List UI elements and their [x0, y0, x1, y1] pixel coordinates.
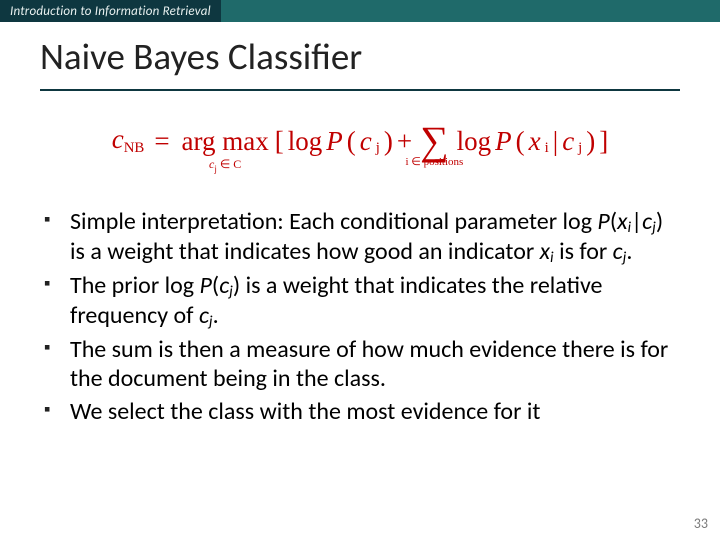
course-label: Introduction to Information Retrieval: [0, 0, 221, 22]
c2: c: [562, 126, 574, 157]
bullet-3: The sum is then a measure of how much ev…: [70, 335, 670, 394]
b1-close: ): [656, 207, 663, 236]
title-wrap: Naive Bayes Classifier: [0, 22, 720, 79]
equals-sign: =: [148, 126, 175, 157]
bullet-1: Simple interpretation: Each conditional …: [70, 207, 670, 267]
x: x: [529, 126, 541, 157]
b1-pre: Simple interpretation: Each conditional …: [70, 207, 597, 236]
bullet-2: The prior log P(cj) is a weight that ind…: [70, 271, 670, 331]
P1: P: [326, 126, 343, 157]
argmax-under: cj ∈ C: [209, 157, 241, 174]
lhs-var: c: [112, 124, 124, 154]
close2: ): [586, 126, 595, 157]
bullet-4: We select the class with the most eviden…: [70, 397, 670, 426]
b1-mid2: is for: [554, 237, 613, 266]
open1: (: [347, 126, 356, 157]
log1: log: [288, 126, 323, 157]
b1-cj-c: c: [613, 237, 623, 266]
log2: log: [457, 126, 492, 157]
argmax-text: arg max: [182, 126, 269, 156]
b1-P: P: [597, 207, 609, 236]
argmax: arg max cj ∈ C: [180, 126, 271, 157]
title-rule: [40, 89, 680, 91]
b1-mid: is a weight that indicates how good an i…: [70, 237, 540, 266]
sigma: ∑ i ∈ positions: [416, 117, 453, 157]
rbracket: ]: [599, 126, 608, 157]
close1: ): [384, 126, 393, 157]
j2: j: [578, 140, 582, 157]
c1: c: [360, 126, 372, 157]
formula-main: cNB = arg max cj ∈ C [ log P ( cj ) + ∑ …: [40, 117, 680, 157]
b1-end: .: [626, 237, 632, 266]
P2: P: [495, 126, 512, 157]
slide: Introduction to Information Retrieval Na…: [0, 0, 720, 540]
j1: j: [376, 140, 380, 157]
lbracket: [: [275, 126, 284, 157]
b2-c: c: [219, 271, 229, 300]
b2-pre: The prior log: [70, 271, 200, 300]
lhs-sub: NB: [124, 140, 145, 156]
formula-lhs: cNB: [112, 124, 145, 157]
b1-bar: |: [631, 207, 642, 236]
b1-x: x: [617, 207, 627, 236]
bullet-list: Simple interpretation: Each conditional …: [70, 207, 670, 427]
argmax-under-set: ∈ C: [217, 157, 241, 171]
page-number: 33: [694, 515, 708, 532]
b2-end: .: [213, 301, 219, 330]
b2-P: P: [200, 271, 212, 300]
header-band: Introduction to Information Retrieval: [0, 0, 720, 22]
formula: cNB = arg max cj ∈ C [ log P ( cj ) + ∑ …: [40, 117, 680, 157]
bar: |: [553, 126, 558, 157]
sigma-under: i ∈ positions: [405, 157, 463, 168]
slide-title: Naive Bayes Classifier: [40, 38, 680, 77]
b4-text: We select the class with the most eviden…: [70, 397, 540, 426]
i-sub: i: [545, 140, 549, 157]
b3-text: The sum is then a measure of how much ev…: [70, 335, 668, 393]
b1-c: c: [642, 207, 652, 236]
b1-xi-x: x: [540, 237, 550, 266]
open2: (: [516, 126, 525, 157]
b2-cj-c: c: [199, 301, 209, 330]
plus: +: [397, 126, 412, 157]
